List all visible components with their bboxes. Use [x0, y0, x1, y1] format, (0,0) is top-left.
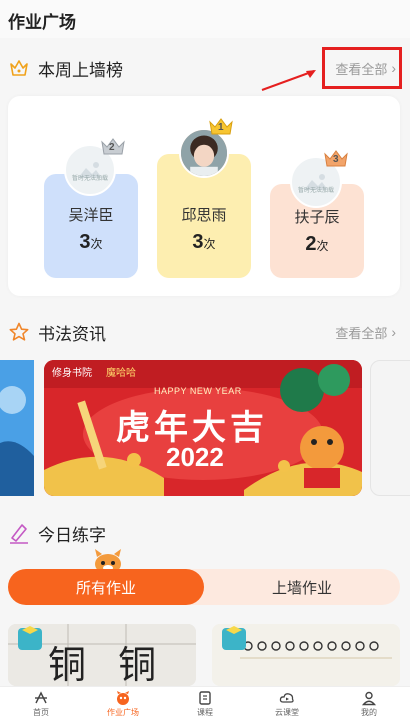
rank-number: 1	[218, 122, 224, 133]
news-see-all-link[interactable]: 查看全部 ›	[335, 323, 396, 342]
wall-count: 2次	[305, 233, 329, 255]
nav-home[interactable]: 首页	[0, 687, 82, 720]
homework-tabs: 所有作业 上墙作业	[8, 569, 400, 605]
profile-icon	[361, 691, 377, 705]
nav-profile[interactable]: 我的	[328, 687, 410, 720]
nav-label: 作业广场	[107, 707, 139, 717]
banner-next[interactable]	[370, 360, 410, 496]
top-bar: 作业广场	[0, 0, 410, 38]
tab-wall-homework[interactable]: 上墙作业	[204, 569, 400, 605]
homework-card[interactable]	[212, 624, 400, 686]
bottom-navigation: 首页 作业广场 课程 云课堂 我的	[0, 686, 410, 720]
home-icon	[35, 690, 47, 703]
avatar-label: 暂时无法加载	[297, 188, 334, 194]
crown-icon	[8, 57, 30, 79]
nav-label: 课程	[197, 707, 213, 717]
nav-label: 云课堂	[275, 707, 299, 717]
banner-partner: 魔哈哈	[106, 368, 136, 379]
nav-homework-square[interactable]: 作业广场	[82, 687, 164, 720]
annotation-highlight-box	[322, 47, 402, 89]
avatar-label: 暂时无法加载	[71, 176, 108, 182]
homework-square-icon	[117, 690, 129, 705]
rank-number: 3	[333, 154, 339, 165]
news-header: 书法资讯 查看全部 ›	[8, 317, 410, 347]
student-name: 吴洋臣	[68, 207, 114, 224]
nav-course[interactable]: 课程	[164, 687, 246, 720]
cloud-class-icon	[279, 692, 294, 703]
tab-all-homework[interactable]: 所有作业	[8, 569, 204, 605]
news-title: 书法资讯	[38, 324, 106, 344]
banner-prev-art-icon	[0, 360, 34, 496]
wall-count: 3次	[192, 231, 216, 253]
weekly-wall-title: 本周上墙榜	[38, 60, 123, 80]
homework-card-text: 铜 铜	[48, 643, 167, 686]
banner-greeting: HAPPY NEW YEAR	[154, 386, 242, 396]
today-header: 今日练字	[8, 518, 410, 548]
banner-prev[interactable]	[0, 360, 34, 496]
chevron-right-icon: ›	[391, 324, 396, 340]
homework-card[interactable]: 铜 铜	[8, 624, 196, 686]
student-name: 邱思雨	[181, 207, 227, 224]
nav-label: 首页	[33, 707, 49, 717]
brush-pen-icon	[8, 522, 30, 544]
nav-label: 我的	[361, 707, 377, 717]
wall-count: 3次	[79, 231, 103, 253]
student-name: 扶子辰	[294, 209, 340, 226]
see-all-label: 查看全部	[335, 325, 388, 341]
weekly-wall-card: 吴洋臣 3次 暂时无法加载 2 邱思雨 3次 1 扶子辰 2次 暂时无法加载 3	[8, 96, 400, 296]
course-icon	[199, 690, 211, 705]
annotation-arrow-icon	[261, 70, 316, 91]
star-icon	[8, 321, 30, 343]
banner-brand: 修身书院	[52, 368, 92, 379]
news-carousel[interactable]: 修身书院 魔哈哈 HAPPY NEW YEAR 虎年大吉 2022	[0, 360, 410, 496]
page-title: 作业广场	[8, 13, 76, 32]
notebook-photo-icon	[212, 624, 400, 686]
today-title: 今日练字	[38, 525, 106, 545]
news-banner-new-year[interactable]: 修身书院 魔哈哈 HAPPY NEW YEAR 虎年大吉 2022	[44, 360, 362, 496]
rank-number: 2	[109, 142, 115, 153]
banner-year: 2022	[166, 442, 224, 472]
nav-cloud-class[interactable]: 云课堂	[246, 687, 328, 720]
